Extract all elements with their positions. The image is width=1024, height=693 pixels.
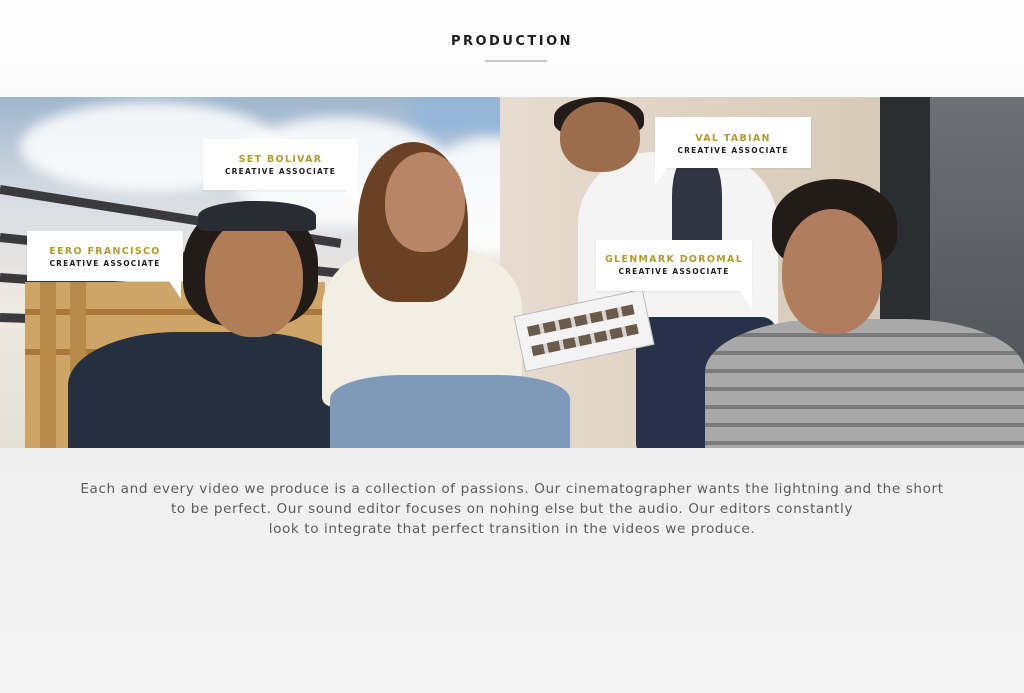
- person-face: [205, 217, 303, 337]
- name-tag-role: CREATIVE ASSOCIATE: [224, 167, 337, 176]
- name-tag-set: SET BOLIVAR CREATIVE ASSOCIATE: [203, 139, 358, 208]
- photo-bench-leg: [40, 282, 56, 448]
- person-face: [385, 152, 465, 252]
- person-shirt: [68, 332, 358, 448]
- person-cap: [198, 201, 316, 231]
- name-tag-pointer: [655, 168, 667, 186]
- section-title: PRODUCTION: [450, 34, 574, 49]
- name-tag-role: CREATIVE ASSOCIATE: [49, 259, 161, 268]
- name-tag-role: CREATIVE ASSOCIATE: [618, 267, 730, 276]
- name-tag-pointer: [346, 190, 358, 208]
- team-photo: EERO FRANCISCO CREATIVE ASSOCIATE SET BO…: [0, 97, 1024, 448]
- name-tag-eero: EERO FRANCISCO CREATIVE ASSOCIATE: [27, 231, 183, 299]
- description-line: Each and every video we produce is a col…: [80, 481, 944, 497]
- name-tag-glenmark: GLENMARK DOROMAL CREATIVE ASSOCIATE: [596, 240, 752, 309]
- person-jeans: [330, 375, 570, 448]
- title-divider: [485, 60, 547, 62]
- section-header: PRODUCTION: [0, 0, 1024, 97]
- name-tag-pointer: [740, 291, 752, 309]
- section-description: Each and every video we produce is a col…: [80, 479, 944, 539]
- description-line: to be perfect. Our sound editor focuses …: [170, 501, 854, 517]
- person-face: [782, 209, 882, 334]
- name-tag-pointer: [169, 281, 181, 299]
- name-tag-name: VAL TABIAN: [695, 133, 771, 144]
- description-line: look to integrate that perfect transitio…: [268, 521, 756, 537]
- name-tag-name: GLENMARK DOROMAL: [604, 254, 744, 265]
- name-tag-val: VAL TABIAN CREATIVE ASSOCIATE: [655, 117, 811, 186]
- person-face: [560, 102, 640, 172]
- person-shirt: [705, 319, 1024, 448]
- description-panel: Each and every video we produce is a col…: [0, 448, 1024, 693]
- name-tag-name: EERO FRANCISCO: [49, 246, 161, 257]
- name-tag-role: CREATIVE ASSOCIATE: [677, 146, 789, 155]
- name-tag-name: SET BOLIVAR: [238, 154, 323, 165]
